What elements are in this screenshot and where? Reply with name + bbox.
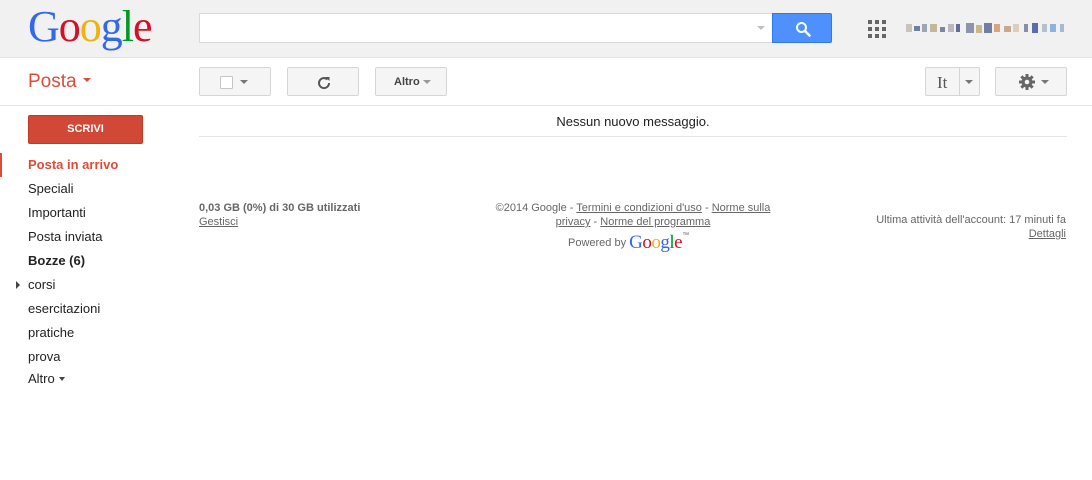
- more-actions-label: Altro: [394, 76, 420, 88]
- apps-grid-icon[interactable]: [868, 20, 886, 38]
- privacy-link[interactable]: Norme sulla: [712, 202, 771, 214]
- manage-storage-link[interactable]: Gestisci: [199, 216, 238, 228]
- expand-arrow-icon[interactable]: [16, 281, 20, 289]
- checkbox-icon[interactable]: [220, 76, 233, 89]
- google-small-logo[interactable]: Google: [629, 232, 682, 253]
- logo-letter: g: [100, 2, 123, 51]
- powered-by-text: Powered by: [568, 236, 627, 249]
- copyright-text: ©2014 Google: [495, 202, 567, 214]
- settings-button[interactable]: [995, 67, 1067, 96]
- terms-link[interactable]: Termini e condizioni d'uso: [576, 202, 702, 214]
- chevron-down-icon: [423, 80, 431, 84]
- mail-app-switcher[interactable]: Posta: [28, 71, 91, 93]
- sidebar-item-label-prova[interactable]: prova: [28, 345, 61, 369]
- chevron-down-icon: [1041, 80, 1049, 84]
- chevron-down-icon[interactable]: [965, 80, 973, 84]
- top-bar: Google: [0, 0, 1092, 58]
- search-button[interactable]: [772, 13, 832, 43]
- search-box[interactable]: [199, 13, 773, 43]
- compose-button[interactable]: SCRIVI: [28, 115, 143, 144]
- storage-info: 0,03 GB (0%) di 30 GB utilizzati Gestisc…: [199, 201, 360, 229]
- footer-legal: ©2014 Google - Termini e condizioni d'us…: [488, 201, 778, 229]
- chevron-down-icon: [58, 376, 65, 381]
- sidebar-more-label: Altro: [28, 371, 55, 386]
- empty-inbox-message: Nessun nuovo messaggio.: [199, 107, 1067, 137]
- sidebar-item-sent[interactable]: Posta inviata: [28, 225, 102, 249]
- logo-letter: G: [629, 232, 643, 253]
- separator: -: [590, 216, 601, 228]
- input-language-label: It: [937, 73, 948, 92]
- storage-used: 0,03 GB (0%) di 30 GB utilizzati: [199, 202, 361, 214]
- input-tools-button[interactable]: It: [925, 67, 980, 96]
- active-indicator: [0, 153, 2, 177]
- select-checkbox-button[interactable]: [199, 67, 271, 96]
- more-actions-button[interactable]: Altro: [375, 67, 447, 96]
- header-divider: [0, 105, 1092, 106]
- last-activity-text: Ultima attività dell'account: 17 minuti …: [876, 214, 1066, 226]
- mail-app-label: Posta: [28, 71, 77, 92]
- button-divider: [959, 68, 960, 95]
- program-policies-link[interactable]: Norme del programma: [600, 216, 710, 228]
- logo-letter: e: [133, 2, 153, 51]
- logo-letter: e: [674, 232, 683, 253]
- privacy-link-cont[interactable]: privacy: [556, 216, 591, 228]
- sidebar-item-important[interactable]: Importanti: [28, 201, 86, 225]
- activity-details-link[interactable]: Dettagli: [1029, 228, 1066, 240]
- sidebar-more-button[interactable]: Altro: [28, 367, 65, 391]
- separator: -: [701, 202, 712, 214]
- refresh-button[interactable]: [287, 67, 359, 96]
- account-name-redacted[interactable]: [906, 23, 1068, 34]
- search-icon: [796, 22, 811, 37]
- search-input[interactable]: [200, 14, 740, 42]
- sidebar-item-drafts[interactable]: Bozze (6): [28, 249, 85, 273]
- logo-letter: l: [121, 2, 134, 51]
- chevron-down-icon: [240, 80, 248, 84]
- search-options-caret-icon[interactable]: [757, 26, 765, 30]
- refresh-icon: [318, 77, 331, 90]
- account-activity: Ultima attività dell'account: 17 minuti …: [876, 213, 1066, 241]
- separator: -: [566, 202, 577, 214]
- logo-letter: G: [28, 2, 60, 51]
- sidebar-item-label-esercitazioni[interactable]: esercitazioni: [28, 297, 100, 321]
- logo-letter: o: [58, 2, 81, 51]
- sidebar-item-label-corsi[interactable]: corsi: [28, 273, 55, 297]
- logo-letter: o: [79, 2, 102, 51]
- sidebar-item-label-pratiche[interactable]: pratiche: [28, 321, 74, 345]
- powered-by-google: Powered by Google™: [568, 232, 689, 254]
- gear-icon: [1019, 74, 1035, 90]
- google-logo[interactable]: Google: [28, 2, 153, 51]
- chevron-down-icon: [82, 77, 91, 82]
- trademark: ™: [682, 232, 690, 239]
- sidebar-item-starred[interactable]: Speciali: [28, 177, 74, 201]
- sidebar-item-inbox[interactable]: Posta in arrivo: [28, 153, 118, 177]
